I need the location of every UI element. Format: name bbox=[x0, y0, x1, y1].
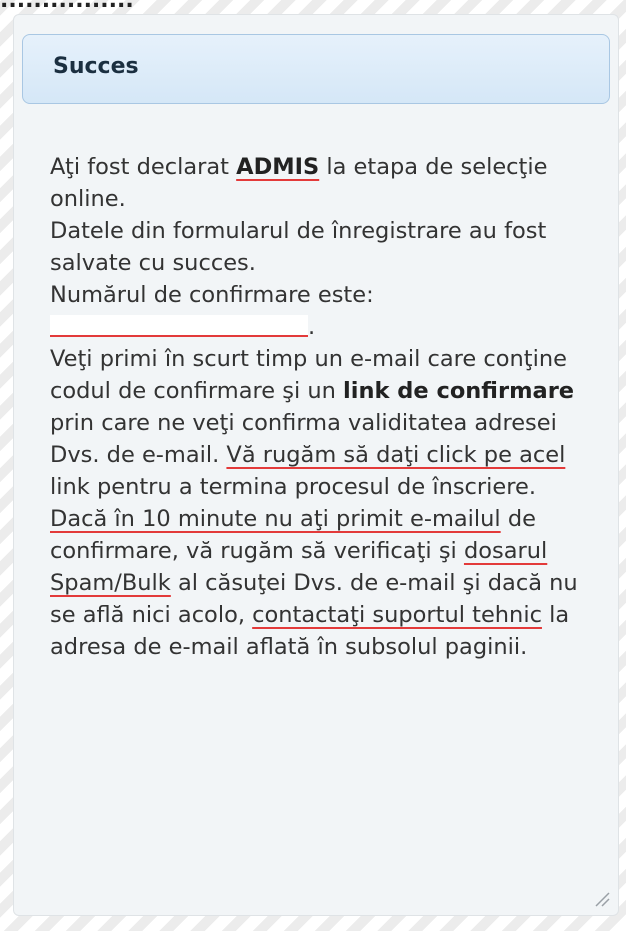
confirmation-number-label: Numărul de confirmare este: bbox=[50, 282, 374, 308]
click-link-instruction: Vă rugăm să daţi click pe acel bbox=[226, 442, 566, 468]
success-message: Aţi fost declarat ADMIS la etapa de sele… bbox=[50, 151, 606, 663]
ten-minutes-notice: Dacă în 10 minute nu aţi primit e-mailul bbox=[50, 506, 501, 532]
confirmation-email-text: Veţi primi în scurt timp un e-mail care … bbox=[50, 346, 575, 500]
confirmation-number-row: . bbox=[50, 311, 606, 343]
success-panel: Succes Aţi fost declarat ADMIS la etapa … bbox=[13, 14, 619, 916]
confirmation-link-emphasis: link de confirmare bbox=[343, 378, 575, 404]
admission-status-text: Aţi fost declarat ADMIS la etapa de sele… bbox=[50, 154, 548, 212]
panel-header: Succes bbox=[22, 34, 610, 104]
form-saved-text: Datele din formularul de înregistrare au… bbox=[50, 218, 547, 276]
contact-support-notice: contactaţi suportul tehnic bbox=[252, 602, 542, 628]
cropped-heading-fragment: ................ bbox=[0, 0, 134, 10]
spam-instructions-text: Dacă în 10 minute nu aţi primit e-mailul… bbox=[50, 506, 578, 660]
resize-handle-icon[interactable] bbox=[592, 889, 610, 907]
admis-status: ADMIS bbox=[236, 154, 320, 180]
redacted-confirmation-number bbox=[50, 315, 308, 337]
panel-title: Succes bbox=[53, 54, 139, 79]
